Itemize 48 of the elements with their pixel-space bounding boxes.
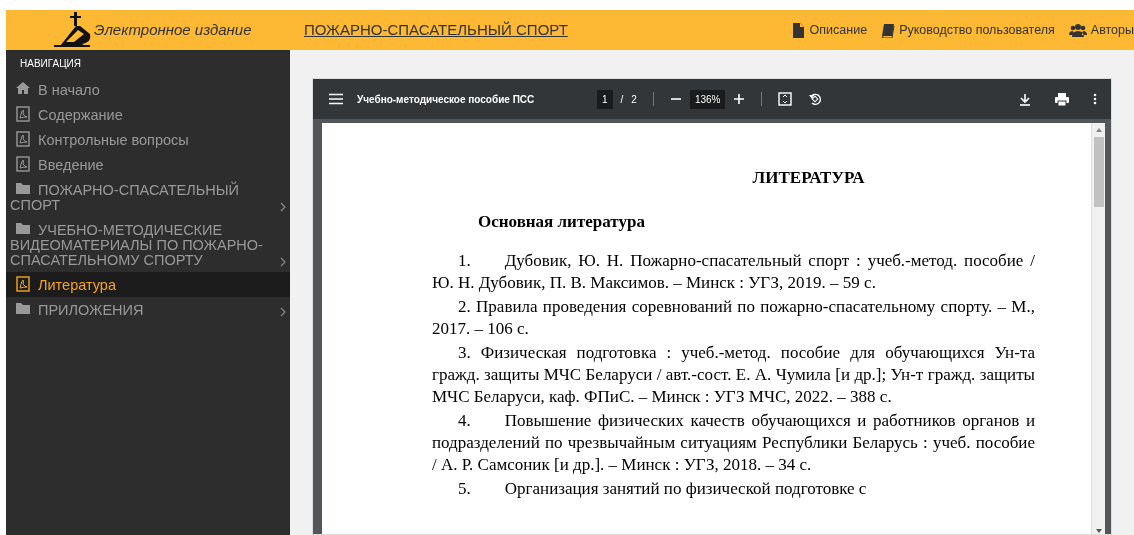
pdf-file-icon xyxy=(16,131,30,147)
document-subheading: Основная литература xyxy=(478,210,646,233)
nav-item[interactable]: Литература xyxy=(6,272,290,297)
reference-entry: 2. Правила проведения соревнований по пожарно-спасательному спорту. – М., 2017. – 106 с. xyxy=(432,296,1035,340)
rotate-icon[interactable] xyxy=(808,92,823,106)
pdf-file-icon xyxy=(16,156,30,172)
nav-item[interactable]: ПРИЛОЖЕНИЯ xyxy=(6,297,290,322)
document-title: Учебно-методическое пособие ПСС xyxy=(357,92,536,107)
nav-item[interactable]: В начало xyxy=(6,77,290,102)
fit-page-icon[interactable] xyxy=(778,92,793,106)
nav-item[interactable]: Введение xyxy=(6,152,290,177)
reference-entry: 5. Организация занятий по физической подготовке с xyxy=(457,478,868,500)
reference-entry: 4. Повышение физических качеств обучающихся и работников органов и подразделений по чрезвычайным ситуациям Республики Беларусь : учеб. пособие / А. Р. Самсоник [и др.]. – Минск : УГЗ, 2018. – 34 с. xyxy=(432,410,1035,476)
header-link[interactable]: Руководство пользователя xyxy=(881,20,1055,40)
edition-label: Электронное издание xyxy=(94,19,253,40)
pdf-file-icon xyxy=(16,106,30,122)
nav-heading: НАВИГАЦИЯ xyxy=(19,57,82,71)
page-count: 2 xyxy=(631,92,637,107)
download-icon[interactable] xyxy=(1019,92,1031,106)
scrollbar[interactable] xyxy=(1091,123,1105,534)
logo-icon xyxy=(52,12,92,48)
reference-entry: 1. Дубовик, Ю. Н. Пожарно-спасательный спорт : учеб.-метод. пособие / Ю. Н. Дубовик, П. В. Максимов. – Минск : УГЗ, 2019. – 59 с. xyxy=(432,250,1035,294)
title-link[interactable]: ПОЖАРНО-СПАСАТЕЛЬНЫЙ СПОРТ xyxy=(304,18,568,42)
reference-entry: 3. Физическая подготовка : учеб.-метод. пособие для обучающихся Ун-та гражд. защиты МЧС Беларуси / авт.-сост. Е. А. Чумила [и др.]; Ун-т гражд. защиты МЧС Беларуси, каф. ФПиС. – Минск : УГЗ МЧС, 2022. – 388 с. xyxy=(432,342,1035,408)
page-separator: / xyxy=(620,92,624,107)
document-heading: ЛИТЕРАТУРА xyxy=(751,167,866,189)
header-link[interactable]: Описание xyxy=(791,20,868,40)
folder-icon xyxy=(16,221,30,237)
folder-icon xyxy=(16,301,30,317)
menu-icon[interactable] xyxy=(329,93,343,105)
home-icon xyxy=(16,81,30,97)
pdf-file-icon xyxy=(16,276,30,292)
page-number-field[interactable]: 1 xyxy=(597,89,613,109)
more-icon[interactable] xyxy=(1093,93,1097,105)
zoom-field[interactable]: 136% xyxy=(689,89,726,109)
folder-icon xyxy=(16,181,30,197)
users-icon xyxy=(1068,22,1087,38)
nav-item[interactable]: ПОЖАРНО-СПАСАТЕЛЬНЫЙ СПОРТ xyxy=(6,177,290,217)
nav-item[interactable]: УЧЕБНО-МЕТОДИЧЕСКИЕ ВИДЕОМАТЕРИАЛЫ ПО ПОЖАРНО-СПАСАТЕЛЬНОМУ СПОРТУ xyxy=(6,217,290,272)
header-link[interactable]: Авторы xyxy=(1068,20,1134,40)
book-icon xyxy=(881,22,896,38)
toolbar-divider xyxy=(761,92,763,106)
toolbar-divider xyxy=(652,92,654,106)
document-icon xyxy=(791,22,806,38)
zoom-in-icon[interactable] xyxy=(733,93,746,105)
print-icon[interactable] xyxy=(1055,92,1069,106)
nav-item[interactable]: Содержание xyxy=(6,102,290,127)
nav-item[interactable]: Контрольные вопросы xyxy=(6,127,290,152)
